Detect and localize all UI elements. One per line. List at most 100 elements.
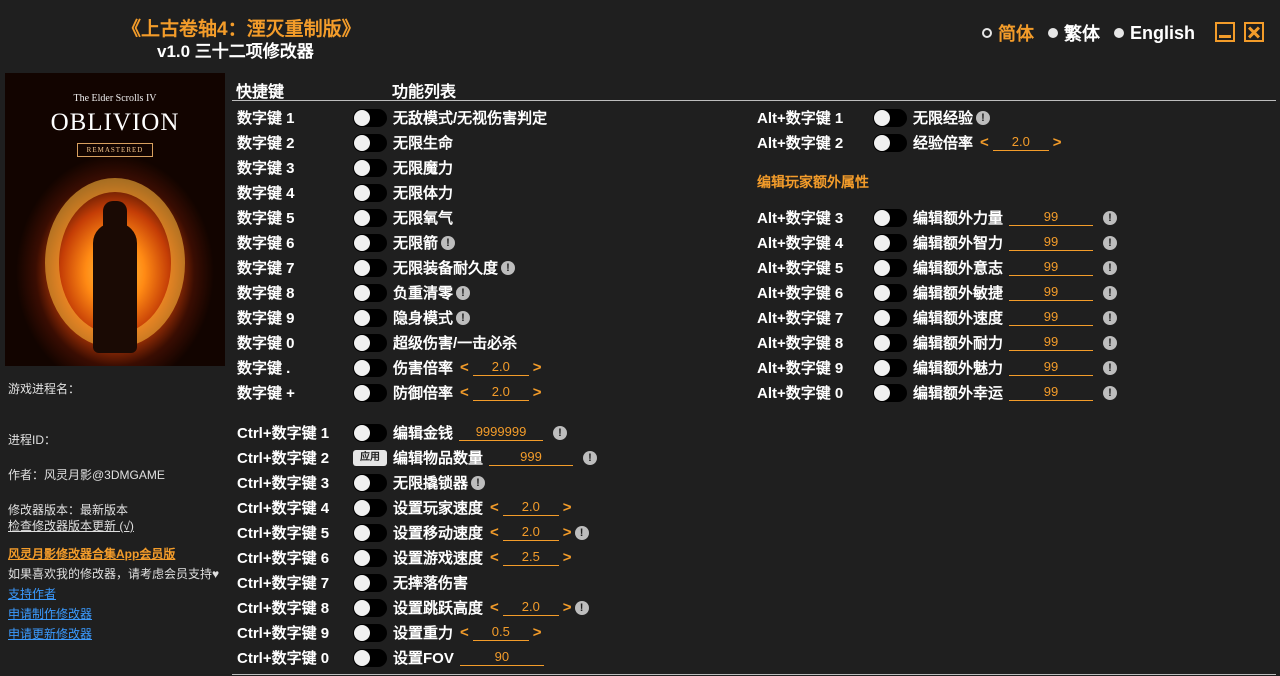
feature-item: 无限体力 — [393, 182, 453, 203]
increase-arrow-icon[interactable]: > — [533, 624, 542, 641]
cheat-toggle[interactable] — [873, 258, 907, 277]
toggle-knob — [874, 384, 890, 401]
value-input[interactable]: 99 — [1009, 359, 1094, 376]
decrease-arrow-icon[interactable]: < — [490, 499, 499, 516]
info-icon[interactable]: ! — [1103, 285, 1118, 300]
lang-option-simplified[interactable]: 简体 — [982, 20, 1034, 46]
stepper-value[interactable]: 0.5 — [472, 624, 529, 641]
decrease-arrow-icon[interactable]: < — [980, 134, 989, 151]
minimize-icon[interactable] — [1215, 22, 1235, 42]
decrease-arrow-icon[interactable]: < — [490, 524, 499, 541]
cheat-toggle[interactable] — [873, 133, 907, 152]
cheat-toggle[interactable] — [353, 423, 387, 442]
toggle-knob — [354, 474, 370, 491]
cheat-toggle[interactable] — [353, 648, 387, 667]
cheat-toggle[interactable] — [353, 523, 387, 542]
increase-arrow-icon[interactable]: > — [563, 499, 572, 516]
feature-item: 设置FOV 90 — [393, 647, 544, 668]
cheat-toggle[interactable] — [353, 183, 387, 202]
value-input[interactable]: 90 — [459, 649, 544, 666]
hotkey-label: 数字键 4 — [237, 185, 295, 202]
lang-option-traditional[interactable]: 繁体 — [1048, 20, 1100, 46]
cheat-row: Ctrl+数字键 2 应用 编辑物品数量 999! — [0, 445, 1280, 470]
feature-label: 编辑额外幸运 — [913, 385, 1004, 402]
feature-item: 无限魔力 — [393, 157, 453, 178]
feature-item: 编辑金钱 9999999! — [393, 422, 568, 443]
bottom-divider — [232, 674, 1276, 675]
cheat-row: Alt+数字键 5 编辑额外意志 99! — [0, 255, 1280, 280]
info-icon[interactable]: ! — [574, 525, 589, 540]
cheat-toggle[interactable] — [353, 473, 387, 492]
stepper-value[interactable]: 2.0 — [502, 599, 559, 616]
cheat-toggle[interactable] — [353, 573, 387, 592]
cheat-toggle[interactable] — [873, 208, 907, 227]
feature-label: 编辑额外耐力 — [913, 335, 1004, 352]
increase-arrow-icon[interactable]: > — [1053, 134, 1062, 151]
toggle-knob — [354, 184, 370, 201]
info-icon[interactable]: ! — [1103, 210, 1118, 225]
value-input[interactable]: 99 — [1009, 234, 1094, 251]
value-input[interactable]: 99 — [1009, 309, 1094, 326]
value-stepper: <2.0 > — [490, 499, 572, 516]
hotkey-label: Ctrl+数字键 7 — [237, 575, 330, 592]
value-input[interactable]: 99 — [1009, 384, 1094, 401]
lang-option-english[interactable]: English — [1114, 23, 1195, 44]
toggle-knob — [354, 159, 370, 176]
feature-item: 无限撬锁器! — [393, 472, 486, 493]
info-icon[interactable]: ! — [1103, 335, 1118, 350]
feature-label: 编辑额外意志 — [913, 260, 1004, 277]
decrease-arrow-icon[interactable]: < — [490, 549, 499, 566]
info-icon[interactable]: ! — [1103, 310, 1118, 325]
info-icon[interactable]: ! — [574, 600, 589, 615]
cheat-toggle[interactable] — [873, 358, 907, 377]
hotkey-label: Alt+数字键 6 — [757, 285, 844, 302]
apply-button[interactable]: 应用 — [353, 449, 387, 466]
stepper-value[interactable]: 2.0 — [502, 524, 559, 541]
decrease-arrow-icon[interactable]: < — [490, 599, 499, 616]
value-input[interactable]: 99 — [1009, 334, 1094, 351]
feature-label: 设置跳跃高度 — [393, 600, 484, 617]
cheat-toggle[interactable] — [873, 283, 907, 302]
toggle-knob — [354, 549, 370, 566]
feature-item: 经验倍率 <2.0 > — [913, 132, 1062, 153]
info-icon[interactable]: ! — [583, 450, 598, 465]
stepper-value[interactable]: 2.0 — [502, 499, 559, 516]
info-icon[interactable]: ! — [976, 110, 991, 125]
info-icon[interactable]: ! — [471, 475, 486, 490]
info-icon[interactable]: ! — [1103, 385, 1118, 400]
increase-arrow-icon[interactable]: > — [563, 599, 572, 616]
cheat-toggle[interactable] — [873, 233, 907, 252]
cheat-row: Alt+数字键 4 编辑额外智力 99! — [0, 230, 1280, 255]
cheat-toggle[interactable] — [353, 623, 387, 642]
feature-label: 编辑金钱 — [393, 425, 454, 442]
decrease-arrow-icon[interactable]: < — [460, 624, 469, 641]
cheat-toggle[interactable] — [873, 108, 907, 127]
value-input[interactable]: 9999999 — [459, 424, 544, 441]
increase-arrow-icon[interactable]: > — [563, 549, 572, 566]
info-icon[interactable]: ! — [1103, 260, 1118, 275]
cheat-toggle[interactable] — [353, 548, 387, 567]
info-icon[interactable]: ! — [1103, 235, 1118, 250]
info-icon[interactable]: ! — [1103, 360, 1118, 375]
stepper-value[interactable]: 2.5 — [502, 549, 559, 566]
value-input[interactable]: 99 — [1009, 209, 1094, 226]
hotkey-label: Ctrl+数字键 5 — [237, 525, 330, 542]
value-input[interactable]: 99 — [1009, 284, 1094, 301]
value-input[interactable]: 99 — [1009, 259, 1094, 276]
stepper-value[interactable]: 2.0 — [992, 134, 1049, 151]
cheat-toggle[interactable] — [873, 383, 907, 402]
feature-item: 设置移动速度 <2.0 >! — [393, 522, 589, 543]
info-icon[interactable]: ! — [553, 425, 568, 440]
close-icon[interactable] — [1244, 22, 1264, 42]
cheat-toggle[interactable] — [873, 308, 907, 327]
cheat-toggle[interactable] — [353, 598, 387, 617]
value-input[interactable]: 999 — [489, 449, 574, 466]
toggle-knob — [874, 209, 890, 226]
cheat-toggle[interactable] — [873, 333, 907, 352]
value-stepper: <2.5 > — [490, 549, 572, 566]
cheat-toggle[interactable] — [353, 498, 387, 517]
increase-arrow-icon[interactable]: > — [563, 524, 572, 541]
feature-item: 编辑额外魅力 99! — [913, 357, 1118, 378]
hotkey-label: Ctrl+数字键 9 — [237, 625, 330, 642]
cheat-toggle[interactable] — [353, 158, 387, 177]
